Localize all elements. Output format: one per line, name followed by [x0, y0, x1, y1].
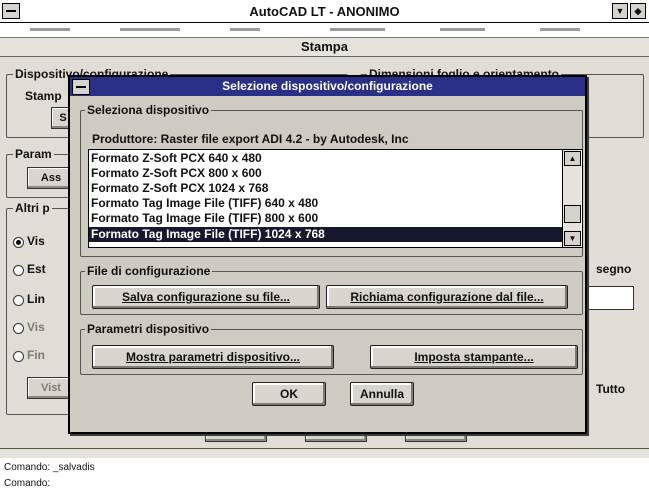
list-item[interactable]: Formato Z-Soft PCX 640 x 480 [91, 151, 561, 166]
radio-extents-label: Est [27, 262, 46, 276]
show-params-button[interactable]: Mostra parametri dispositivo... [92, 345, 334, 369]
params-label: Param [13, 147, 54, 161]
app-title: AutoCAD LT - ANONIMO [249, 4, 400, 19]
minimize-icon[interactable]: ▼ [612, 3, 628, 19]
system-menu-icon[interactable] [72, 79, 90, 95]
cancel-button[interactable]: Annulla [350, 382, 414, 406]
radio-window-label: Fin [27, 348, 45, 362]
restore-icon[interactable]: ◆ [630, 3, 646, 19]
list-item[interactable]: Formato Z-Soft PCX 1024 x 768 [91, 181, 561, 196]
device-list[interactable]: Formato Z-Soft PCX 640 x 480 Formato Z-S… [88, 149, 583, 248]
list-item[interactable]: Formato Tag Image File (TIFF) 640 x 480 [91, 196, 561, 211]
radio-view[interactable] [13, 323, 24, 334]
select-device-label: Seleziona dispositivo [85, 103, 212, 117]
config-file-label: File di configurazione [85, 264, 213, 278]
main-title-bar: AutoCAD LT - ANONIMO ▼ ◆ [0, 0, 649, 23]
stamp-label: Stamp [25, 89, 62, 103]
radio-extents[interactable] [13, 265, 24, 276]
radio-limits-label: Lin [27, 292, 45, 306]
ok-button[interactable]: OK [252, 382, 326, 406]
radio-view-label: Vis [27, 320, 45, 334]
radio-window[interactable] [13, 351, 24, 362]
command-line[interactable]: Comando: _salvadis Comando: [0, 458, 649, 494]
print-dialog-title: Stampa [0, 38, 649, 57]
command-prompt: Comando: [4, 478, 51, 489]
device-list-scrollbar[interactable]: ▲ ▼ [562, 150, 581, 247]
radio-display[interactable] [13, 237, 24, 248]
menu-bar [0, 23, 649, 38]
list-item[interactable]: Formato Z-Soft PCX 800 x 600 [91, 166, 561, 181]
drawing-label: segno [596, 262, 632, 276]
other-params-label: Altri p [13, 201, 52, 215]
dialog-title: Selezione dispositivo/configurazione [70, 77, 585, 96]
all-label: Tutto [596, 382, 626, 396]
radio-display-label: Vis [27, 234, 45, 248]
manufacturer-label: Produttore: Raster file export ADI 4.2 -… [92, 132, 409, 146]
device-selection-dialog: Selezione dispositivo/configurazione Sel… [68, 75, 587, 434]
save-config-button[interactable]: Salva configurazione su file... [92, 285, 320, 309]
device-params-label: Parametri dispositivo [85, 322, 212, 336]
command-history: Comando: _salvadis [4, 462, 95, 473]
radio-limits[interactable] [13, 295, 24, 306]
load-config-button[interactable]: Richiama configurazione dal file... [326, 285, 568, 309]
set-printer-button[interactable]: Imposta stampante... [370, 345, 578, 369]
scroll-up-icon[interactable]: ▲ [564, 151, 581, 166]
list-item[interactable]: Formato Tag Image File (TIFF) 800 x 600 [91, 211, 561, 226]
scroll-down-icon[interactable]: ▼ [564, 231, 581, 246]
scroll-thumb[interactable] [564, 205, 581, 223]
list-item-selected[interactable]: Formato Tag Image File (TIFF) 1024 x 768 [89, 227, 563, 242]
